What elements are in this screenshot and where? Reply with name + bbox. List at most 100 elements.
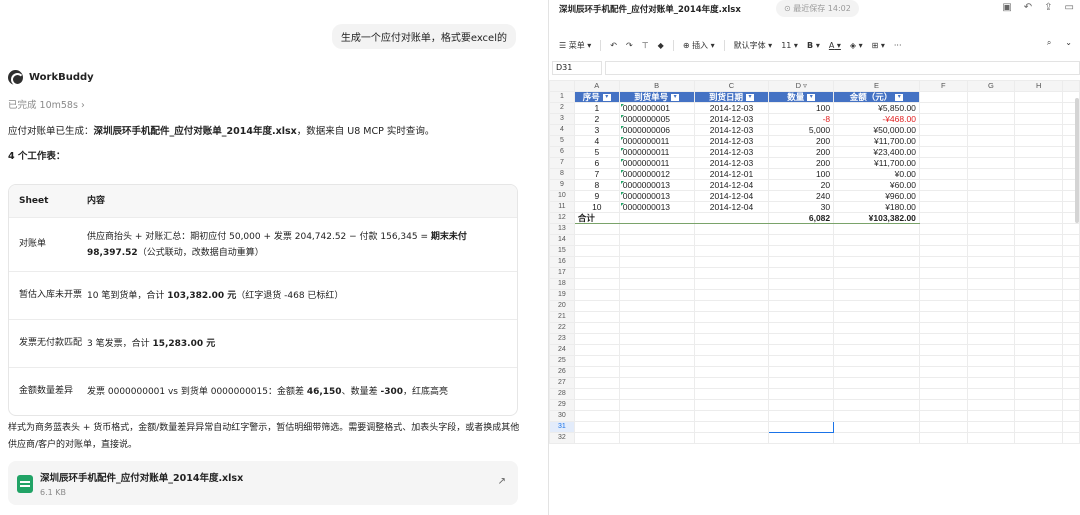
cell[interactable] (573, 278, 620, 290)
cell[interactable] (693, 212, 770, 224)
cell[interactable] (573, 300, 620, 312)
row-header[interactable]: 12 (549, 212, 575, 224)
cell[interactable] (618, 245, 695, 257)
cell[interactable] (693, 289, 770, 301)
row-header[interactable]: 23 (549, 333, 575, 345)
column-header[interactable]: H (1014, 80, 1064, 92)
cell[interactable] (1014, 300, 1064, 312)
cell[interactable] (1014, 223, 1064, 235)
cell[interactable] (918, 102, 968, 114)
cell[interactable]: 2014-12-03 (693, 113, 770, 125)
vertical-scrollbar[interactable] (1075, 98, 1079, 223)
cell[interactable] (573, 322, 620, 334)
cell[interactable] (1062, 410, 1080, 422)
cell[interactable]: 0000000011 (618, 146, 695, 158)
cell[interactable]: 9 (573, 190, 620, 202)
cell[interactable] (966, 300, 1016, 312)
column-header[interactable]: E (833, 80, 920, 92)
cell[interactable] (618, 355, 695, 367)
cell[interactable]: 10 (573, 201, 620, 213)
cell[interactable]: 2 (573, 113, 620, 125)
cell[interactable] (573, 399, 620, 411)
row-header[interactable]: 8 (549, 168, 575, 180)
row-header[interactable]: 18 (549, 278, 575, 290)
search-icon[interactable]: ⌕ (1047, 38, 1051, 48)
clear-format-icon[interactable]: ◆ (658, 41, 664, 50)
cell[interactable]: 0000000013 (618, 179, 695, 191)
cell[interactable] (918, 388, 968, 400)
cell[interactable]: 8 (573, 179, 620, 191)
cell[interactable] (1014, 289, 1064, 301)
cell[interactable] (918, 289, 968, 301)
cell[interactable] (966, 366, 1016, 378)
bold-button[interactable]: B ▾ (807, 41, 820, 50)
cell[interactable] (573, 223, 620, 235)
cell[interactable] (693, 355, 770, 367)
cell[interactable]: 200 (768, 157, 835, 169)
cell[interactable] (693, 399, 770, 411)
font-select[interactable]: 默认字体 ▾ (734, 40, 773, 51)
cell[interactable] (693, 322, 770, 334)
row-header[interactable]: 6 (549, 146, 575, 158)
cell[interactable]: 6,082 (768, 212, 835, 224)
cell[interactable] (693, 344, 770, 356)
column-header[interactable]: D ▿ (768, 80, 835, 92)
cell[interactable] (618, 410, 695, 422)
cell[interactable] (918, 135, 968, 147)
cell[interactable] (918, 113, 968, 125)
cell[interactable] (918, 399, 968, 411)
cell[interactable] (693, 234, 770, 246)
cell[interactable] (918, 322, 968, 334)
redo-icon[interactable]: ↷ (626, 41, 633, 50)
cell[interactable] (1062, 322, 1080, 334)
cell[interactable] (1014, 267, 1064, 279)
cell[interactable] (1062, 256, 1080, 268)
cell[interactable] (1014, 421, 1064, 433)
cell[interactable] (573, 234, 620, 246)
cell[interactable] (918, 146, 968, 158)
cell[interactable]: ¥103,382.00 (833, 212, 920, 224)
cell[interactable] (618, 256, 695, 268)
cell[interactable] (966, 256, 1016, 268)
cell[interactable] (966, 91, 1016, 103)
cell[interactable] (693, 388, 770, 400)
cell[interactable] (573, 432, 620, 444)
insert-button[interactable]: ⊕ 插入 ▾ (683, 40, 715, 51)
cell[interactable]: 0000000013 (618, 201, 695, 213)
file-attachment-card[interactable]: 深圳辰环手机配件_应付对账单_2014年度.xlsx 6.1 KB ↗ (8, 461, 518, 505)
cell[interactable] (573, 333, 620, 345)
cell[interactable] (833, 377, 920, 389)
cell[interactable] (768, 399, 835, 411)
cell[interactable] (918, 124, 968, 136)
cell[interactable]: 0000000011 (618, 157, 695, 169)
cell[interactable] (1062, 311, 1080, 323)
cell[interactable] (1062, 289, 1080, 301)
cell[interactable] (618, 322, 695, 334)
cell[interactable]: 100 (768, 168, 835, 180)
cell[interactable] (573, 388, 620, 400)
cell[interactable] (768, 366, 835, 378)
cell[interactable] (966, 344, 1016, 356)
cell[interactable] (768, 322, 835, 334)
menu-button[interactable]: ☰ 菜单 ▾ (559, 40, 591, 51)
cell[interactable]: 0000000011 (618, 135, 695, 147)
cell[interactable] (768, 234, 835, 246)
cell[interactable] (618, 399, 695, 411)
column-header[interactable]: B (618, 80, 695, 92)
folder-icon[interactable]: ▭ (1065, 2, 1074, 13)
font-color-button[interactable]: A ▾ (829, 41, 841, 50)
sheet-grid[interactable]: A B C D ▿ E F G H 1 序号 ▾ 到货单号 ▾ 到货日期 ▾ 数量 ▾ 金额（元）… (549, 80, 1080, 444)
cell[interactable] (1014, 256, 1064, 268)
cell[interactable] (1062, 278, 1080, 290)
cell[interactable]: 2014-12-03 (693, 146, 770, 158)
cell[interactable] (573, 377, 620, 389)
cell[interactable] (833, 300, 920, 312)
cell[interactable] (1014, 333, 1064, 345)
filter-dropdown-icon[interactable]: ▾ (895, 94, 904, 102)
cell[interactable] (1062, 245, 1080, 257)
cell[interactable] (618, 300, 695, 312)
name-box[interactable]: D31 (552, 61, 602, 75)
cell[interactable] (573, 421, 620, 433)
border-icon[interactable]: ⊞ ▾ (872, 41, 885, 50)
row-header[interactable]: 1 (549, 91, 575, 103)
